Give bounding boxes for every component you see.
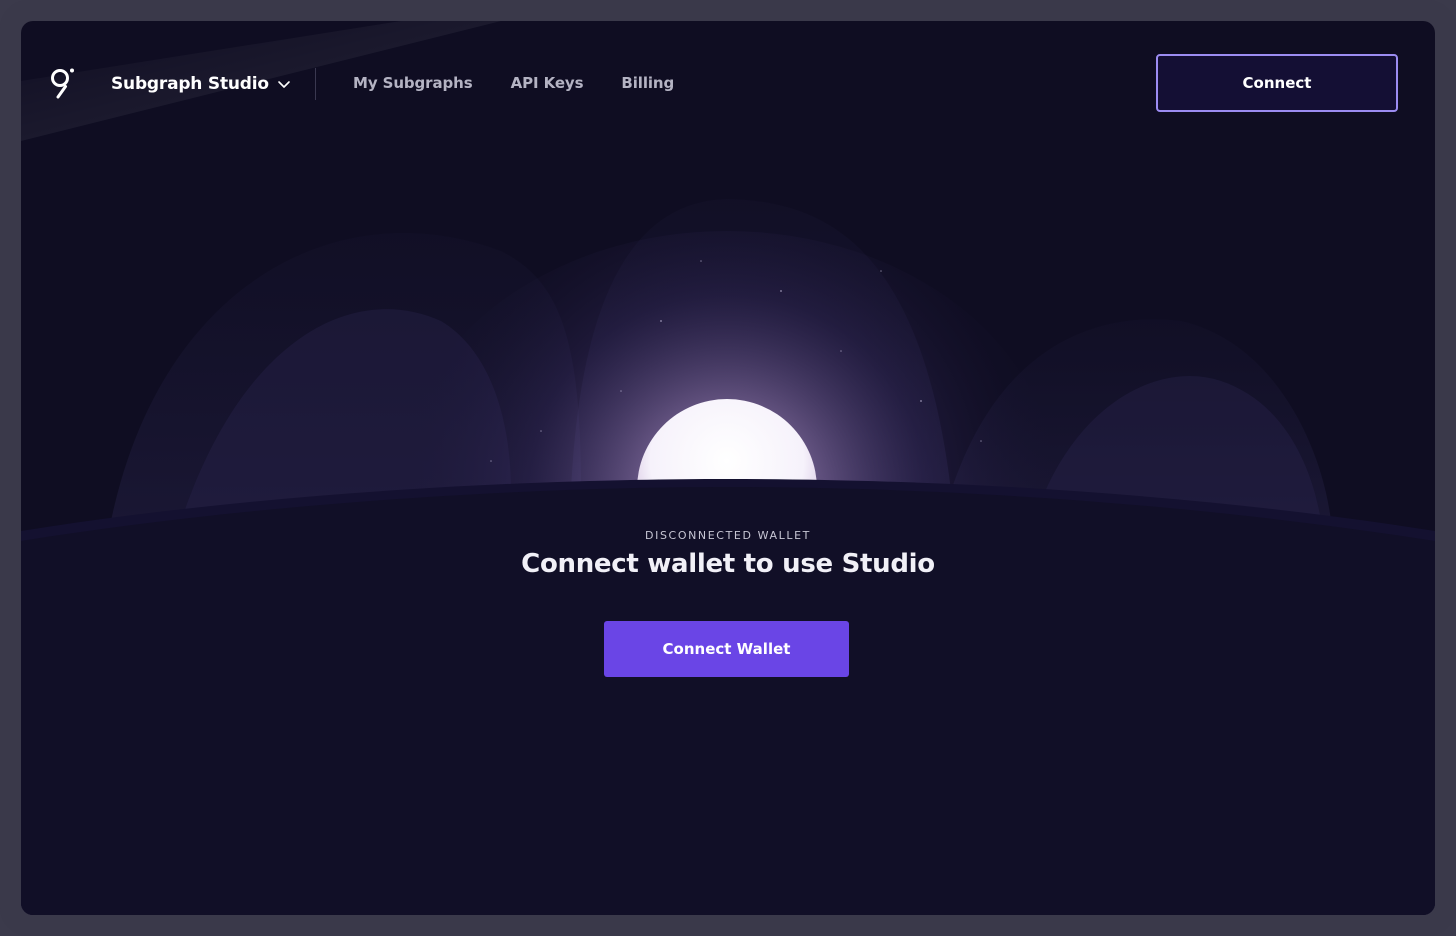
chevron-down-icon [278,81,290,88]
wallet-status-label: DISCONNECTED WALLET [645,529,811,542]
connect-wallet-button[interactable]: Connect Wallet [604,621,849,677]
nav-divider [315,68,316,100]
nav-item-api-keys[interactable]: API Keys [511,74,584,92]
top-navigation-bar: Subgraph Studio My Subgraphs API Keys Bi… [21,21,1435,146]
graph-logo-icon[interactable] [50,67,76,101]
nav-item-my-subgraphs[interactable]: My Subgraphs [353,74,473,92]
app-window: Subgraph Studio My Subgraphs API Keys Bi… [21,21,1435,915]
connect-button[interactable]: Connect [1156,54,1398,112]
planet-sunrise-illustration [21,21,1435,915]
app-title: Subgraph Studio [111,74,269,94]
page-headline: Connect wallet to use Studio [521,549,935,579]
app-switcher[interactable]: Subgraph Studio [111,70,291,98]
nav-item-billing[interactable]: Billing [621,74,674,92]
main-nav: My Subgraphs API Keys Billing [353,70,674,96]
device-frame: Subgraph Studio My Subgraphs API Keys Bi… [0,0,1456,936]
